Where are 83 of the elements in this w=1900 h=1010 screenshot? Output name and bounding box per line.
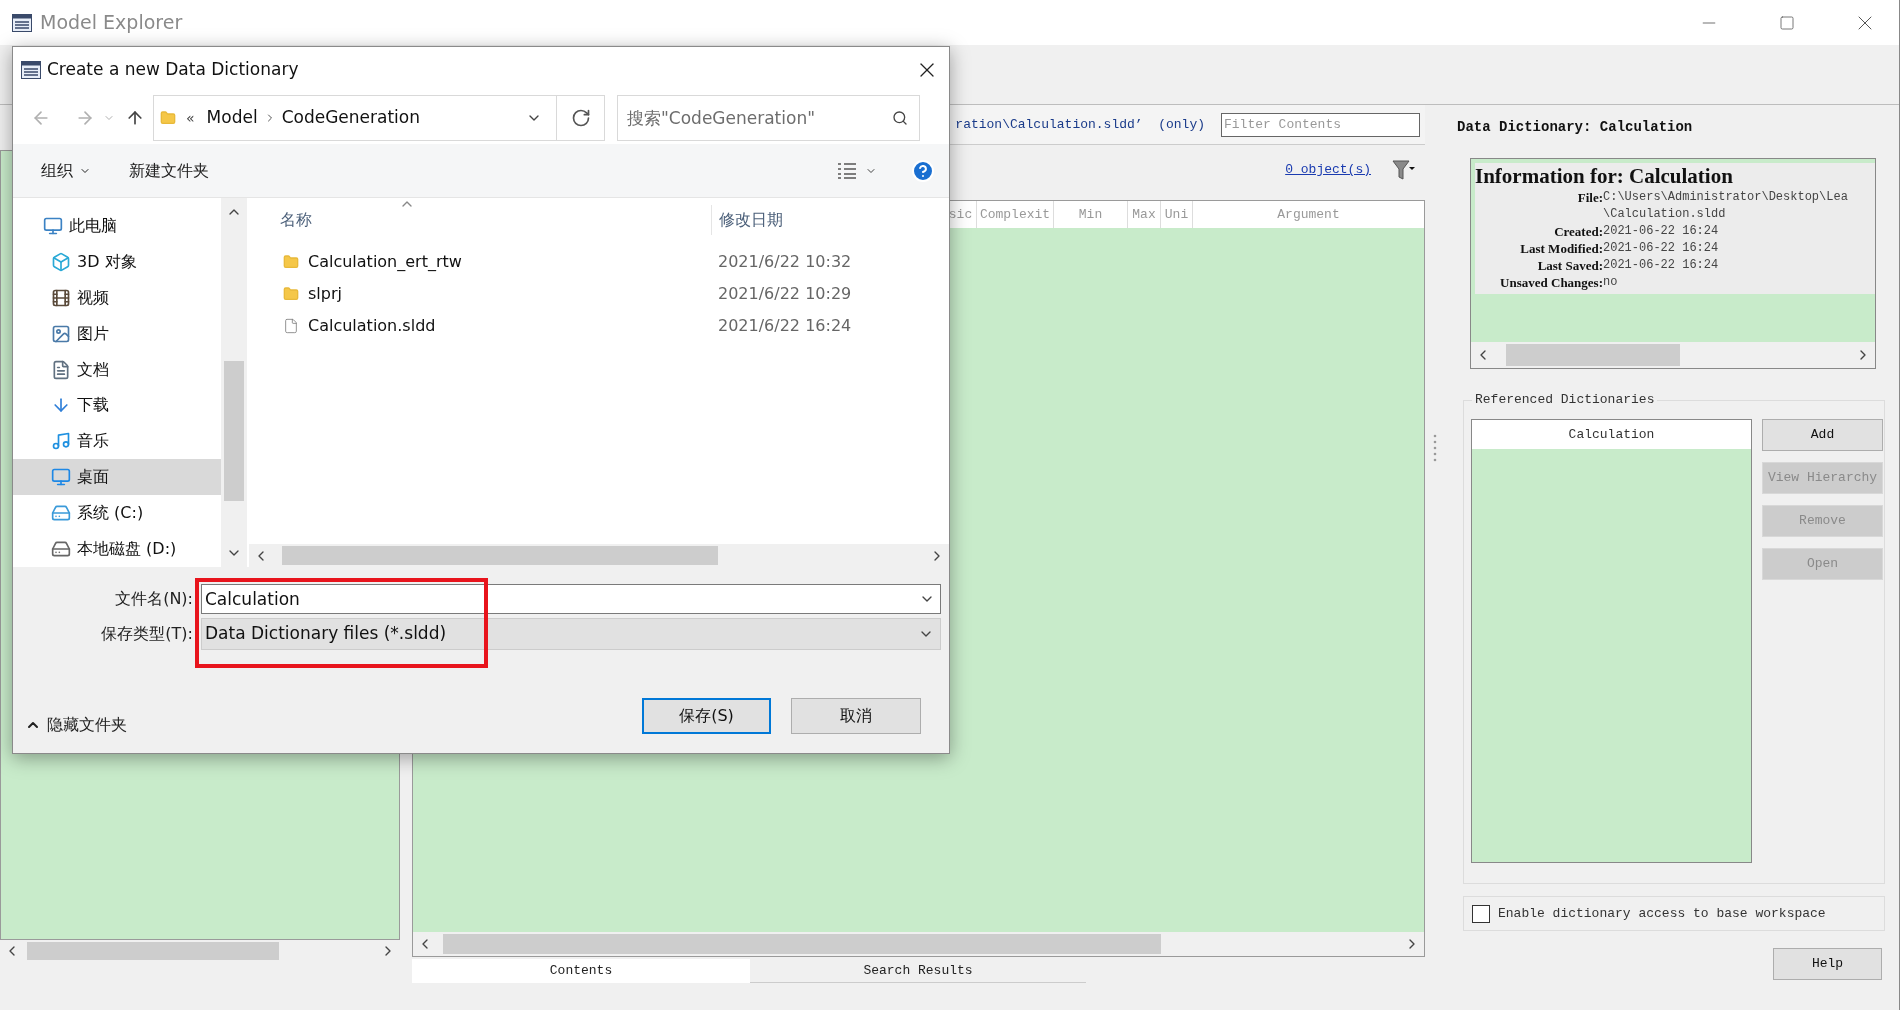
file-icon	[283, 316, 299, 336]
search-field[interactable]: 搜索"CodeGeneration"	[617, 95, 920, 141]
help-icon[interactable]	[911, 158, 935, 183]
column-header[interactable]: 修改日期	[719, 208, 783, 232]
modified-date: 2021/6/22 16:24	[718, 315, 852, 337]
organize-button[interactable]: 组织	[41, 158, 91, 183]
scrollbar-thumb[interactable]	[1505, 344, 1681, 366]
drive-icon	[51, 539, 71, 560]
film-icon	[51, 287, 71, 308]
scrollbar-thumb[interactable]	[224, 361, 244, 501]
checkbox-label: Enable dictionary access to base workspace	[1498, 904, 1826, 923]
nav-item[interactable]: 视频	[13, 279, 221, 316]
filter-icon[interactable]	[1391, 157, 1415, 182]
nav-item[interactable]: 3D 对象	[13, 243, 221, 280]
dictionary-button[interactable]: Add	[1762, 419, 1883, 451]
file-name[interactable]: Calculation.sldd	[308, 314, 718, 338]
nav-item[interactable]: 图片	[13, 315, 221, 352]
breadcrumb-item[interactable]: Model	[206, 105, 258, 131]
nav-item[interactable]: 音乐	[13, 423, 221, 460]
new-folder-button[interactable]: 新建文件夹	[129, 158, 209, 183]
breadcrumb-overflow[interactable]: «	[186, 107, 195, 129]
file-name[interactable]: Calculation_ert_rtw	[308, 250, 718, 274]
nav-item[interactable]: 下载	[13, 387, 221, 424]
info-label: Unsaved Changes:	[1499, 274, 1603, 291]
info-label: Last Modified:	[1519, 240, 1603, 257]
splitter-handle-icon[interactable]	[1433, 433, 1437, 462]
tab[interactable]: Contents	[412, 959, 750, 983]
info-value: no	[1603, 274, 1618, 291]
computer-icon	[43, 215, 63, 236]
nav-item[interactable]: 桌面	[13, 459, 221, 496]
info-value: 2021-06-22 16:24	[1603, 240, 1719, 257]
info-label: File:	[1576, 189, 1603, 207]
cancel-button[interactable]: 取消	[791, 698, 921, 734]
scrollbar-thumb[interactable]	[282, 546, 718, 565]
modified-date: 2021/6/22 10:32	[718, 251, 852, 273]
scrollbar-thumb[interactable]	[442, 934, 1162, 954]
cube-icon	[51, 251, 71, 272]
checkbox[interactable]	[1472, 904, 1490, 923]
document-icon	[51, 359, 71, 380]
field-label: 保存类型(T):	[100, 623, 193, 645]
column-header[interactable]: 名称	[280, 208, 711, 232]
vertical-scrollbar[interactable]	[221, 198, 247, 567]
nav-item[interactable]: 系统 (C:)	[13, 495, 221, 532]
hide-folders-toggle[interactable]: 隐藏文件夹	[25, 713, 127, 737]
info-value: 2021-06-22 16:24	[1603, 257, 1719, 274]
nav-item[interactable]: 文档	[13, 351, 221, 388]
dialog-title: Create a new Data Dictionary	[47, 57, 299, 81]
view-list-icon[interactable]	[837, 161, 857, 180]
scrollbar-thumb[interactable]	[27, 942, 280, 960]
list-header[interactable]: Calculation	[1472, 420, 1751, 449]
info-title: Information for: Calculation	[1475, 163, 1734, 189]
breadcrumb-item[interactable]: CodeGeneration	[281, 105, 420, 131]
horizontal-scrollbar[interactable]	[1471, 342, 1875, 368]
drive-icon	[51, 503, 71, 524]
save-button[interactable]: 保存(S)	[642, 698, 771, 734]
panel-heading: Data Dictionary: Calculation	[1457, 118, 1694, 137]
horizontal-scrollbar[interactable]	[249, 544, 949, 567]
file-name[interactable]: slprj	[308, 282, 718, 306]
search-icon[interactable]	[892, 110, 908, 126]
filter-field[interactable]: Filter Contents	[1221, 112, 1420, 137]
refresh-icon[interactable]	[570, 108, 591, 128]
filename-field[interactable]: Calculation	[201, 584, 941, 614]
info-value: C:\Users\Administrator\Desktop\Lea	[1603, 189, 1848, 206]
horizontal-scrollbar[interactable]	[413, 932, 1424, 956]
info-label: Created:	[1553, 223, 1603, 240]
nav-item[interactable]: 本地磁盘 (D:)	[13, 531, 221, 567]
address-bar[interactable]: « Model CodeGeneration	[153, 95, 605, 141]
desktop-icon	[51, 467, 71, 488]
dictionary-icon	[21, 60, 41, 79]
object-count-link[interactable]: 0 object(s)	[1285, 159, 1371, 180]
info-label: Last Saved:	[1536, 257, 1603, 274]
path-text: ration\Calculation.sldd’ (only)	[955, 115, 1205, 134]
music-note-icon	[51, 431, 71, 452]
nav-item[interactable]: 此电脑	[13, 208, 221, 244]
info-value: \Calculation.sldd	[1603, 206, 1727, 223]
file-type-dropdown[interactable]: Data Dictionary files (*.sldd)	[201, 618, 941, 650]
field-label: 文件名(N):	[114, 588, 193, 610]
window-title: Model Explorer	[40, 10, 183, 36]
help-button[interactable]: Help	[1773, 948, 1882, 980]
app-icon	[12, 13, 32, 32]
picture-icon	[51, 323, 71, 344]
modified-date: 2021/6/22 10:29	[718, 283, 852, 305]
info-value: 2021-06-22 16:24	[1603, 223, 1719, 240]
